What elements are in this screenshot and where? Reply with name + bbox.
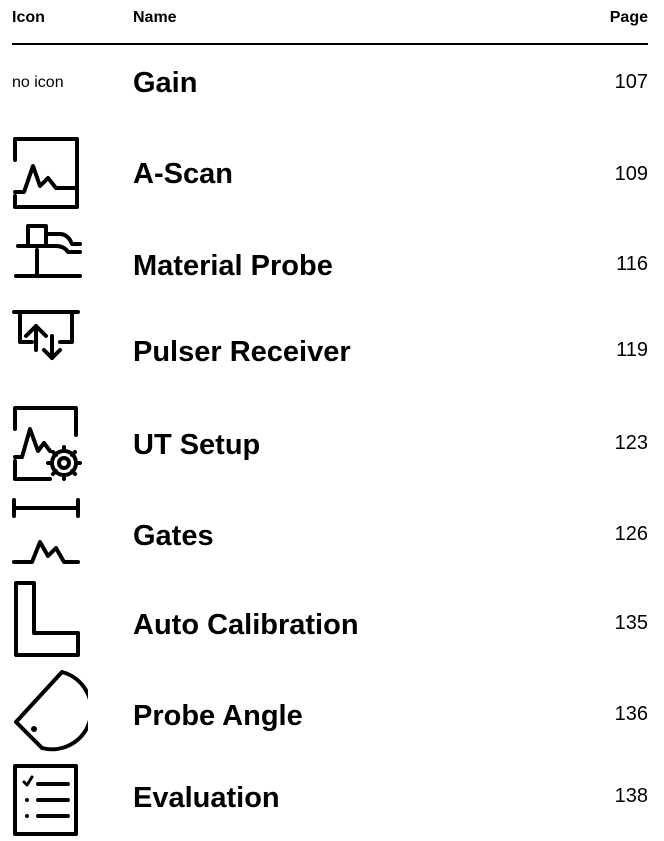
column-header-name: Name xyxy=(133,9,177,26)
no-icon-label: no icon xyxy=(12,74,64,91)
function-name: Auto Calibration xyxy=(133,609,359,641)
page-number: 107 xyxy=(614,71,648,93)
page-number: 136 xyxy=(614,703,648,725)
gates-icon xyxy=(8,486,88,576)
function-name: Pulser Receiver xyxy=(133,336,351,368)
table-row-material-probe[interactable]: Material Probe 116 xyxy=(0,220,664,310)
table-row-probe-angle[interactable]: Probe Angle 136 xyxy=(0,666,664,756)
page-number: 126 xyxy=(614,523,648,545)
function-name: Probe Angle xyxy=(133,700,303,732)
column-header-page: Page xyxy=(609,9,648,26)
table-row-auto-calibration[interactable]: Auto Calibration 135 xyxy=(0,575,664,665)
table-row-evaluation[interactable]: Evaluation 138 xyxy=(0,750,664,840)
material-probe-icon xyxy=(8,220,88,310)
column-header-icon: Icon xyxy=(12,9,45,26)
page-number: 123 xyxy=(614,432,648,454)
page-number: 116 xyxy=(616,253,648,275)
auto-calibration-icon xyxy=(8,575,88,665)
page-number: 119 xyxy=(616,339,648,361)
function-name: UT Setup xyxy=(133,429,261,461)
page-number: 109 xyxy=(614,163,648,185)
a-scan-icon xyxy=(8,130,88,220)
page-number: 135 xyxy=(614,612,648,634)
probe-angle-icon xyxy=(8,666,88,756)
evaluation-icon xyxy=(8,750,88,840)
table-row-gates[interactable]: Gates 126 xyxy=(0,486,664,576)
function-name: Gain xyxy=(133,67,198,99)
table-row-a-scan[interactable]: A-Scan 109 xyxy=(0,130,664,220)
table-row-ut-setup[interactable]: UT Setup 123 xyxy=(0,395,664,485)
table-row-pulser-receiver[interactable]: Pulser Receiver 119 xyxy=(0,306,664,396)
table-header: Icon Name Page xyxy=(0,0,664,46)
function-name: Gates xyxy=(133,520,214,552)
ut-setup-icon xyxy=(8,395,88,485)
function-name: Material Probe xyxy=(133,250,333,282)
function-name: Evaluation xyxy=(133,782,280,814)
page-number: 138 xyxy=(614,785,648,807)
function-name: A-Scan xyxy=(133,158,233,190)
pulser-receiver-icon xyxy=(8,306,88,396)
header-rule xyxy=(12,43,648,45)
